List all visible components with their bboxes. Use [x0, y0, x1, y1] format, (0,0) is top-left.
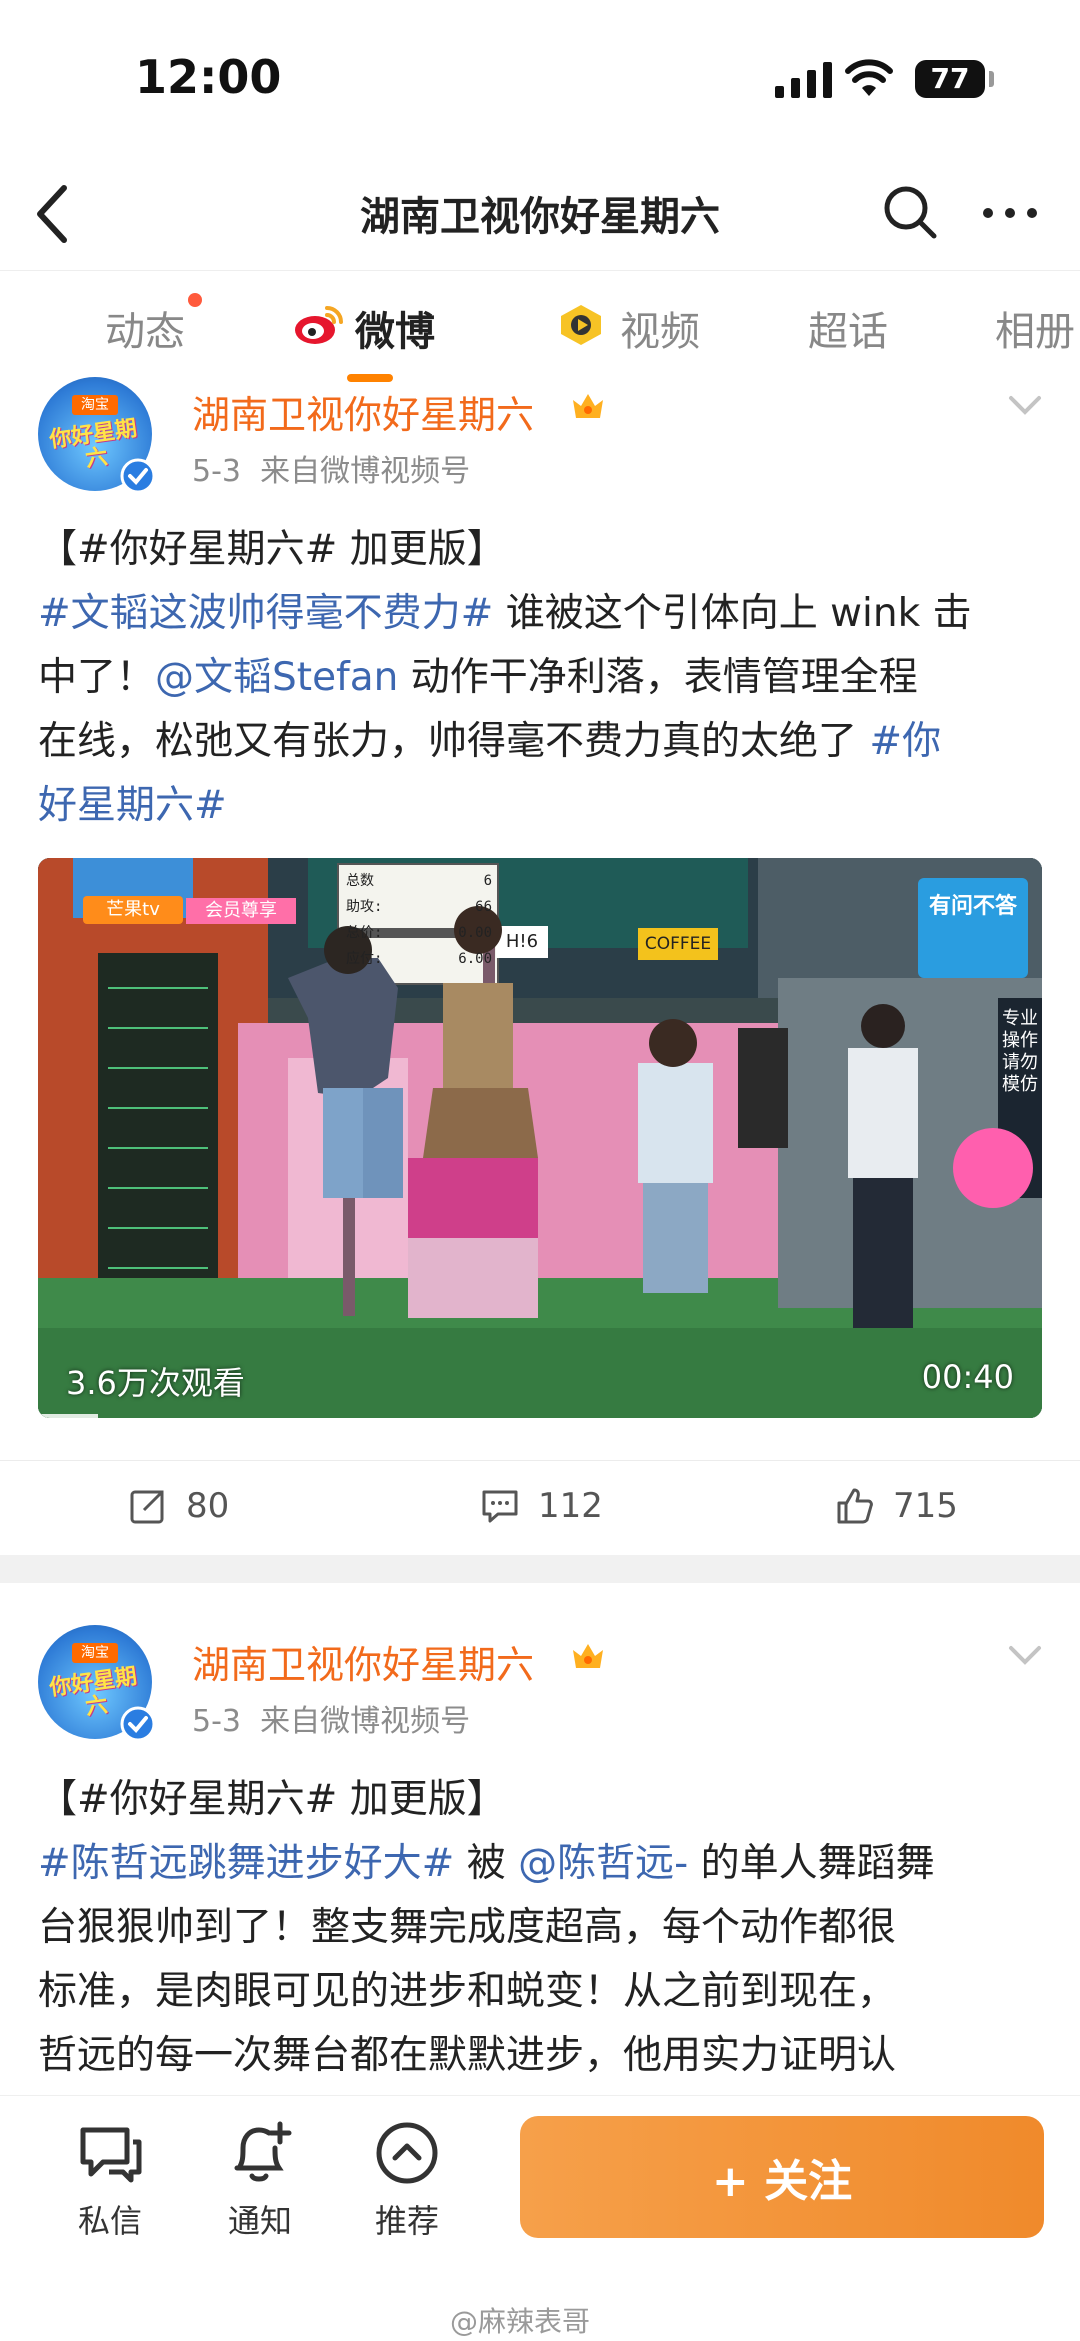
bottom-action-bar: 私信 通知 推荐 + 关注	[0, 2095, 1080, 2285]
video-logo-icon	[561, 305, 601, 345]
hashtag-link[interactable]: #文韬这波帅得毫不费力#	[38, 591, 506, 636]
post-line: 台狠狠帅到了！整支舞完成度超高，每个动作都很	[38, 1905, 897, 1950]
recommend-button[interactable]: 推荐	[352, 2118, 462, 2242]
repost-button[interactable]: 80	[128, 1481, 229, 1531]
post-line: 中了！@文韬Stefan 动作干净利落，表情管理全程	[38, 655, 918, 700]
status-time: 12:00	[135, 50, 282, 104]
tab-weibo[interactable]: 微博	[355, 299, 435, 357]
watermark: @麻辣表哥	[450, 2305, 591, 2338]
unread-dot	[188, 293, 202, 307]
post-meta: 5-3 来自微博视频号	[192, 446, 470, 490]
author-name[interactable]: 湖南卫视你好星期六	[192, 1634, 534, 1689]
sign-coffee: COFFEE	[644, 934, 712, 954]
video-player[interactable]: 芒果tv 会员尊享 H!6 COFFEE 有问不答 专业操作 请勿模仿 总数 6 …	[38, 858, 1042, 1418]
tab-super-topic[interactable]: 超话	[808, 299, 888, 357]
comment-icon	[482, 1490, 518, 1523]
chevron-down-icon[interactable]	[1005, 390, 1045, 420]
notify-label: 通知	[227, 2202, 292, 2240]
sign-h6: H!6	[505, 931, 539, 952]
like-count: 715	[893, 1486, 958, 1526]
tab-dynamics[interactable]: 动态	[105, 299, 185, 357]
message-button[interactable]: 私信	[55, 2118, 165, 2242]
video-progress-bar	[38, 1414, 99, 1418]
search-icon[interactable]	[880, 182, 940, 242]
tab-video[interactable]: 视频	[620, 299, 700, 357]
message-icon	[80, 2127, 142, 2183]
verified-icon	[120, 458, 156, 494]
post-line: #陈哲远跳舞进步好大# 被 @陈哲远- 的单人舞蹈舞	[38, 1841, 935, 1886]
post-line: 标准，是肉眼可见的进步和蜕变！从之前到现在，	[38, 1969, 897, 2014]
page-title: 湖南卫视你好星期六	[360, 194, 720, 240]
post-line: 【#你好星期六# 加更版】	[38, 527, 506, 572]
battery-tip	[989, 71, 994, 87]
recommend-label: 推荐	[374, 2202, 439, 2240]
scoreboard: 总数 6 助攻: 66 总价: 0.00 应付: 6.00	[346, 873, 492, 967]
hashtag-link[interactable]: #陈哲远跳舞进步好大#	[38, 1841, 467, 1886]
comment-count: 112	[538, 1486, 603, 1526]
view-count: 3.6万次观看	[66, 1364, 245, 1402]
post-text: 【#你好星期六# 加更版】 #陈哲远跳舞进步好大# 被 @陈哲远- 的单人舞蹈舞…	[38, 1768, 1048, 2088]
post-line: 在线，松弛又有张力，帅得毫不费力真的太绝了 #你	[38, 719, 942, 764]
repost-icon	[130, 1490, 164, 1524]
signal-icon	[775, 62, 832, 98]
bell-plus-icon	[234, 2121, 292, 2182]
post-line: #文韬这波帅得毫不费力# 谁被这个引体向上 wink 击	[38, 591, 972, 636]
side-slogan: 专业操作 请勿模仿	[1002, 1008, 1038, 1095]
weibo-logo-icon	[295, 306, 343, 344]
vip-label: 会员尊享	[205, 900, 277, 921]
chevron-down-icon[interactable]	[1005, 1640, 1045, 1670]
post-line: 【#你好星期六# 加更版】	[38, 1777, 506, 1822]
post-line: 哲远的每一次舞台都在默默进步，他用实力证明认	[38, 2033, 897, 2078]
author-name[interactable]: 湖南卫视你好星期六	[192, 384, 534, 439]
more-icon[interactable]	[980, 198, 1040, 228]
post-date: 5-3	[192, 1704, 241, 1739]
hashtag-link[interactable]: 好星期六#	[38, 783, 227, 828]
post-date: 5-3	[192, 454, 241, 489]
chevron-up-circle-icon	[376, 2122, 438, 2184]
tab-album[interactable]: 相册	[995, 299, 1075, 357]
post-line: 好星期六#	[38, 774, 1048, 838]
mention-link[interactable]: @文韬Stefan	[155, 655, 398, 700]
post-source: 来自微博视频号	[260, 1704, 471, 1739]
channel-logo: 芒果tv	[106, 899, 160, 920]
like-button[interactable]: 715	[835, 1481, 958, 1531]
nav-bar: 湖南卫视你好星期六	[0, 160, 1080, 270]
comment-button[interactable]: 112	[480, 1481, 603, 1531]
post-actions: 80 112 715	[0, 1460, 1080, 1544]
mention-link[interactable]: @陈哲远-	[518, 1841, 688, 1886]
active-tab-indicator	[347, 374, 393, 382]
avatar-badge: 淘宝	[72, 1643, 118, 1663]
thumbs-up-icon	[837, 1488, 873, 1524]
status-bar: 12:00 77	[0, 0, 1080, 150]
post-divider	[0, 1555, 1080, 1583]
message-label: 私信	[77, 2202, 142, 2240]
member-crown-icon	[573, 394, 603, 418]
verified-icon	[120, 1706, 156, 1742]
post-text: 【#你好星期六# 加更版】 #文韬这波帅得毫不费力# 谁被这个引体向上 wink…	[38, 518, 1048, 838]
repost-count: 80	[186, 1486, 230, 1526]
hashtag-link[interactable]: #你	[869, 719, 941, 764]
post-meta: 5-3 来自微博视频号	[192, 1696, 470, 1740]
profile-tabs: 动态 微博 视频 超话 相册	[0, 270, 1080, 385]
follow-button[interactable]: + 关注	[520, 2116, 1044, 2238]
wifi-icon	[845, 59, 893, 96]
post-source: 来自微博视频号	[260, 454, 471, 489]
battery-indicator: 77	[915, 60, 985, 98]
video-duration: 00:40	[921, 1358, 1014, 1396]
corner-slogan: 有问不答	[928, 894, 1017, 919]
member-crown-icon	[573, 1644, 603, 1668]
back-arrow-icon[interactable]	[30, 182, 78, 246]
notify-button[interactable]: 通知	[205, 2118, 315, 2242]
avatar-badge: 淘宝	[72, 395, 118, 415]
